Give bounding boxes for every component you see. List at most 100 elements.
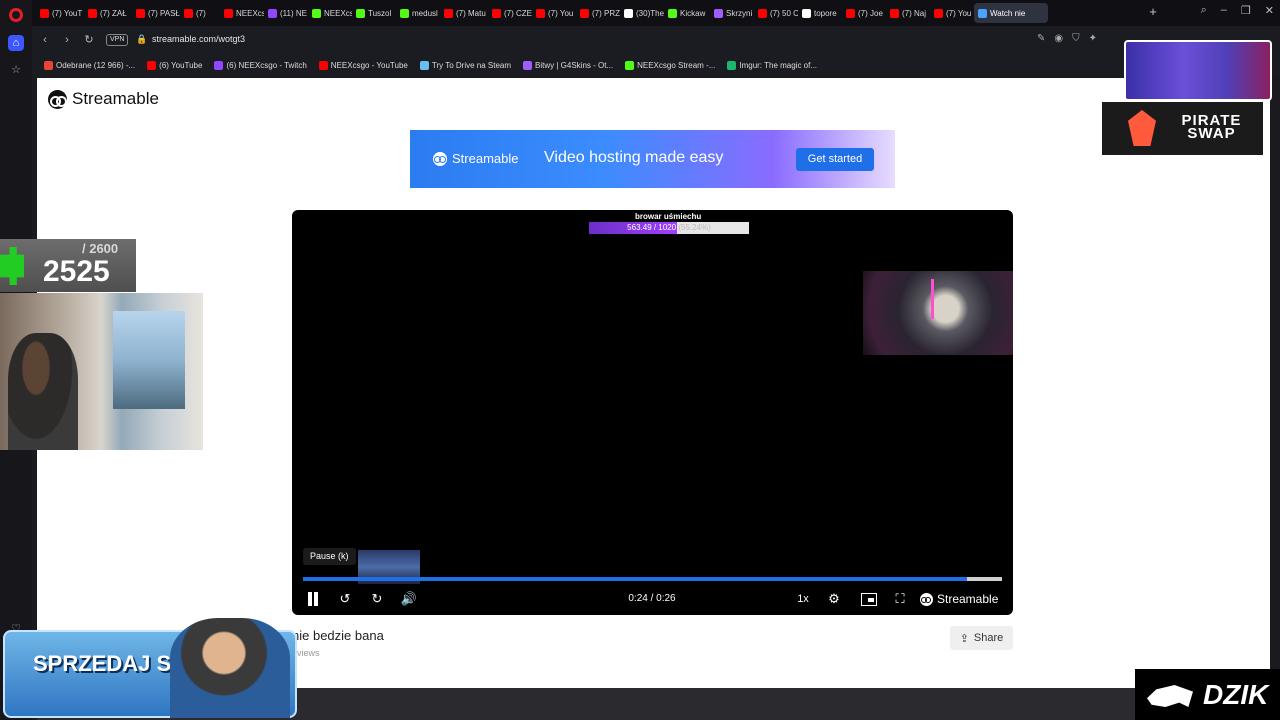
browser-tab[interactable]: (7) ZAŁ	[84, 3, 132, 23]
score-value: 2525	[43, 255, 110, 288]
share-icon: ⇪	[959, 632, 969, 645]
streamable-logo-icon	[433, 151, 447, 166]
browser-tab[interactable]: (7) PASŁ	[132, 3, 180, 23]
time-display: 0:24 / 0:26	[628, 593, 676, 604]
tab-label: (7) Naj	[902, 8, 927, 18]
share-button[interactable]: ⇪ Share	[950, 626, 1013, 650]
seek-bar[interactable]	[303, 577, 1002, 581]
fullscreen-icon[interactable]: ⛶	[891, 590, 909, 608]
restore-button[interactable]: ❐	[1241, 4, 1251, 17]
edit-icon[interactable]: ✎	[1037, 33, 1045, 44]
browser-tab[interactable]: (7) YouT	[36, 3, 84, 23]
picture-in-picture-icon[interactable]	[859, 590, 877, 608]
bookmark-item[interactable]: Bitwy | G4Skins - Ot...	[523, 60, 613, 70]
browser-tab[interactable]: medusl	[396, 3, 440, 23]
browser-tab[interactable]: (7)	[180, 3, 220, 23]
search-icon[interactable]: ⌕	[1201, 4, 1207, 17]
opera-logo-icon[interactable]	[9, 8, 23, 22]
reload-icon[interactable]: ↻	[82, 33, 96, 47]
extension-icon[interactable]: ✦	[1089, 33, 1097, 44]
tab-label: (7) Matu	[456, 8, 486, 18]
minimize-button[interactable]: –	[1221, 4, 1227, 17]
bookmark-item[interactable]: (6) YouTube	[147, 60, 202, 70]
tab-label: (11) NE	[280, 8, 307, 18]
volume-icon[interactable]: 🔊	[400, 590, 418, 608]
bookmark-favicon-icon	[147, 60, 157, 70]
bookmark-favicon-icon	[625, 60, 635, 70]
bookmark-label: Odebrane (12 966) -...	[56, 60, 136, 70]
url-field[interactable]: streamable.com/wotgt3	[152, 34, 245, 44]
close-button[interactable]: ✕	[1265, 4, 1274, 17]
overlay-title: browar uśmiechu	[635, 212, 702, 221]
bookmark-item[interactable]: NEEXcsgo Stream -...	[625, 60, 715, 70]
video-player[interactable]: browar uśmiechu 563.49 / 1020 (55.24%) P…	[292, 210, 1013, 615]
tab-favicon-icon	[444, 8, 453, 18]
video-views: views	[297, 648, 320, 658]
pause-button[interactable]	[306, 590, 320, 608]
pirate-swap-text: PIRATE SWAP	[1181, 112, 1242, 142]
forward-skip-icon[interactable]: ↻	[368, 590, 386, 608]
browser-tab[interactable]: topore	[798, 3, 842, 23]
streamable-logo-text: Streamable	[72, 89, 159, 108]
camera-icon[interactable]: ◉	[1054, 33, 1063, 44]
browser-tab[interactable]: (7) Joe	[842, 3, 886, 23]
tab-label: (7)	[196, 8, 206, 18]
bookmark-item[interactable]: (6) NEEXcsgo - Twitch	[214, 60, 307, 70]
vpn-badge[interactable]: VPN	[106, 34, 129, 46]
ad-banner[interactable]: Streamable Video hosting made easy Get s…	[410, 130, 895, 188]
tab-favicon-icon	[184, 8, 193, 18]
bookmark-item[interactable]: Odebrane (12 966) -...	[44, 60, 136, 70]
streamable-logo-icon	[920, 592, 933, 606]
sell-skins-promo: SPRZEDAJ SKINY	[3, 618, 297, 718]
browser-tab[interactable]: Watch nie	[974, 3, 1048, 23]
shield-icon[interactable]: ⛉	[1072, 33, 1080, 44]
rewind-icon[interactable]: ↺	[336, 590, 354, 608]
browser-tab[interactable]: (7) CZE	[488, 3, 532, 23]
bookmark-label: NEEXcsgo - YouTube	[330, 60, 408, 70]
tab-favicon-icon	[400, 8, 409, 18]
overlay-progress-percent: (55.24%)	[678, 223, 711, 232]
playback-speed-button[interactable]: 1x	[791, 590, 815, 608]
lock-icon[interactable]: 🔒	[136, 34, 147, 45]
forward-icon[interactable]: ›	[60, 33, 74, 47]
address-bar-row: ‹ › ↻ VPN 🔒 streamable.com/wotgt3 ✎ ◉ ⛉ …	[32, 26, 1280, 54]
streamable-logo[interactable]: Streamable	[48, 89, 159, 109]
tab-label: (30)The	[636, 8, 664, 18]
star-icon[interactable]: ☆	[8, 62, 24, 78]
browser-tab[interactable]: (7) You	[930, 3, 974, 23]
address-bar-tools: ✎ ◉ ⛉ ✦	[1037, 33, 1097, 44]
seek-bar-played	[303, 577, 968, 581]
browser-tab[interactable]: (11) NE	[264, 3, 308, 23]
pause-tooltip: Pause (k)	[303, 548, 356, 565]
browser-tab[interactable]: (7) 50 C	[754, 3, 798, 23]
tab-favicon-icon	[580, 8, 589, 18]
player-brand-link[interactable]: Streamable	[920, 590, 1000, 608]
streamer-webcam	[863, 271, 1013, 355]
score-total: / 2600	[82, 241, 119, 256]
bookmark-item[interactable]: NEEXcsgo - YouTube	[318, 60, 408, 70]
browser-tab[interactable]: (7) PRZ	[576, 3, 620, 23]
tab-favicon-icon	[802, 8, 811, 18]
browser-tab[interactable]: (30)The	[620, 3, 664, 23]
bookmark-favicon-icon	[727, 60, 737, 70]
tab-favicon-icon	[624, 8, 633, 18]
browser-tab[interactable]: (7) You	[532, 3, 576, 23]
browser-tab[interactable]: Kickaw	[664, 3, 710, 23]
browser-tab[interactable]: Skrzyni	[710, 3, 754, 23]
tab-label: (7) 50 C	[770, 8, 798, 18]
bookmark-item[interactable]: Imgur: The magic of...	[727, 60, 817, 70]
browser-tab[interactable]: (7) Matu	[440, 3, 488, 23]
browser-tab[interactable]: (7) Naj	[886, 3, 930, 23]
back-icon[interactable]: ‹	[38, 33, 52, 47]
overlay-progress-value: 563.49 / 1020	[627, 223, 677, 232]
settings-gear-icon[interactable]: ⚙	[825, 590, 843, 608]
browser-tab[interactable]: NEEXcs	[308, 3, 352, 23]
bookmark-item[interactable]: Try To Drive na Steam	[419, 60, 511, 70]
new-tab-button[interactable]: +	[1145, 4, 1161, 20]
get-started-button[interactable]: Get started	[796, 148, 874, 171]
browser-tab[interactable]: Tuszol	[352, 3, 396, 23]
home-icon[interactable]: ⌂	[8, 35, 24, 51]
tab-label: (7) Joe	[858, 8, 883, 18]
seek-bar-buffered	[967, 577, 1002, 581]
browser-tab[interactable]: NEEXcs	[220, 3, 264, 23]
